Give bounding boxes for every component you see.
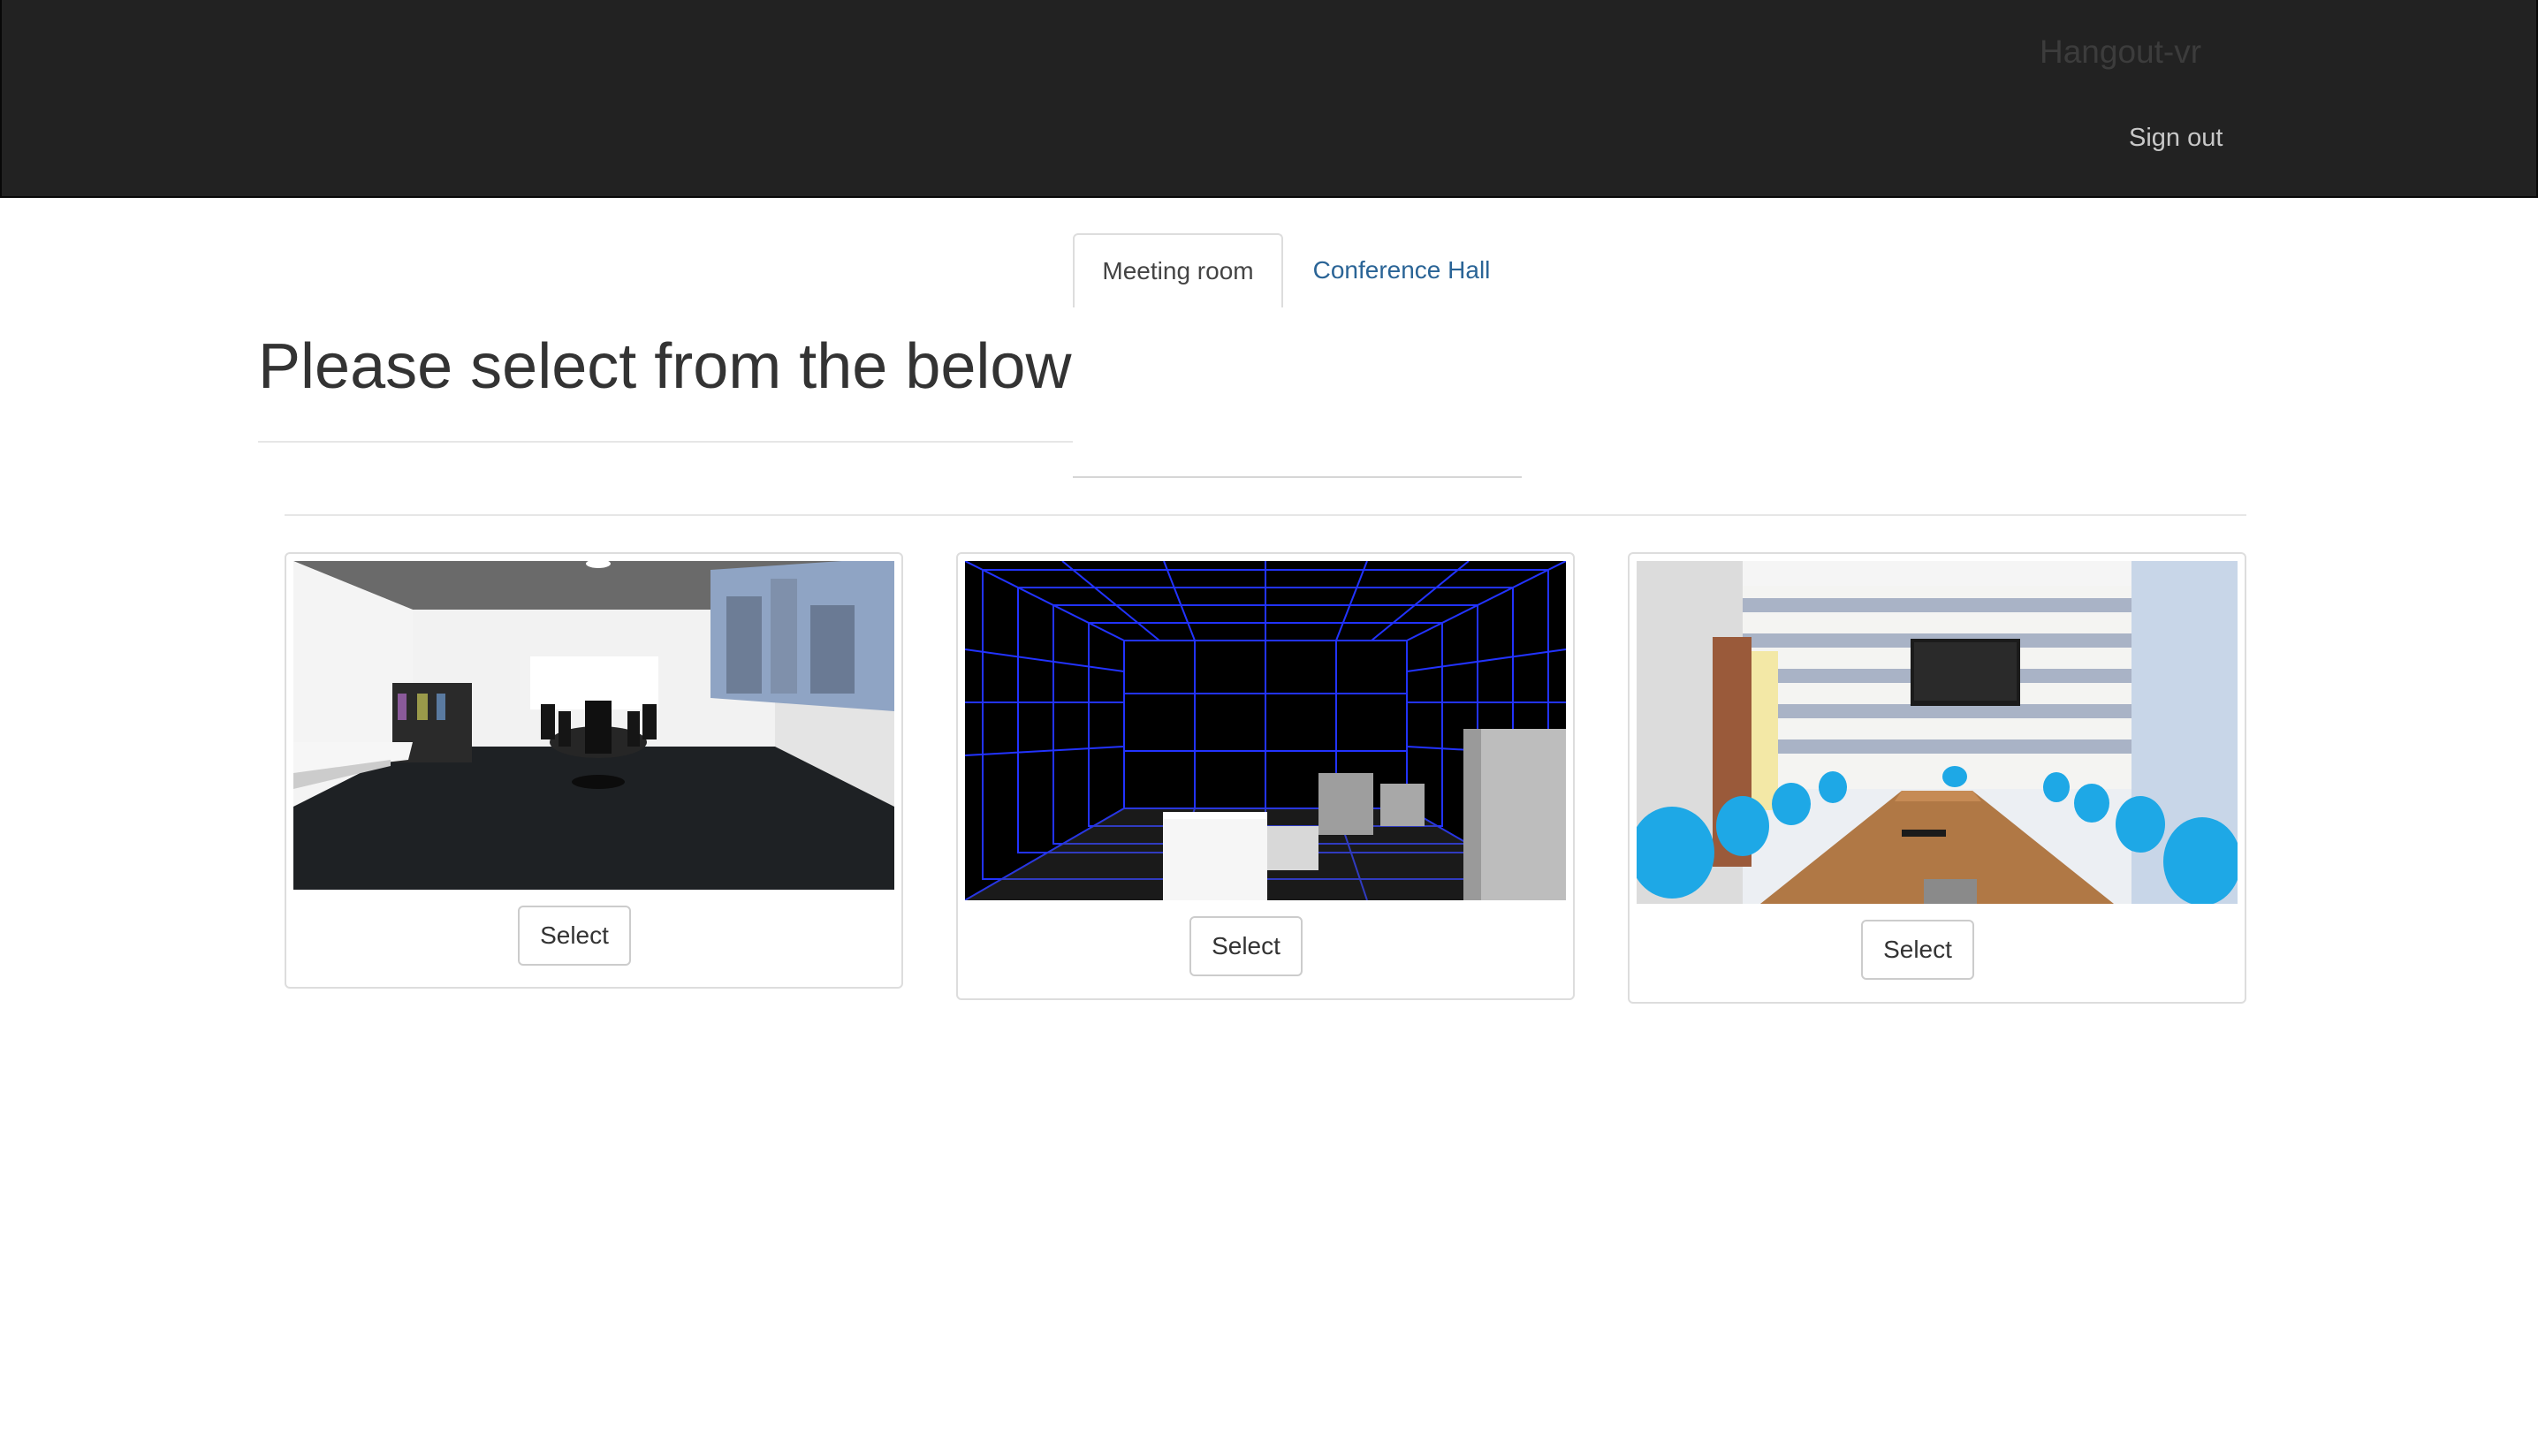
room-card: Select [1628, 552, 2246, 1004]
room-thumbnail-3d-meeting-room [293, 561, 894, 890]
select-button[interactable]: Select [518, 906, 631, 966]
tab-conference-hall[interactable]: Conference Hall [1294, 233, 1509, 307]
room-card: Select [285, 552, 903, 989]
select-button[interactable]: Select [1189, 916, 1303, 976]
room-thumbnail-conference-photo [1637, 561, 2238, 904]
sign-out-link[interactable]: Sign out [2129, 124, 2223, 153]
room-card: Select [956, 552, 1575, 1000]
tab-meeting-room[interactable]: Meeting room [1073, 233, 1283, 307]
top-navbar: Hangout-vr Sign out [0, 0, 2538, 198]
page-title: Please select from the below [258, 331, 1072, 402]
heading-divider [258, 441, 1073, 443]
brand-title[interactable]: Hangout-vr [2040, 34, 2201, 71]
tab-pane-divider [1073, 476, 1522, 478]
content-divider [285, 514, 2246, 516]
select-button[interactable]: Select [1861, 920, 1974, 980]
room-thumbnail-blue-grid-wireframe [965, 561, 1566, 900]
